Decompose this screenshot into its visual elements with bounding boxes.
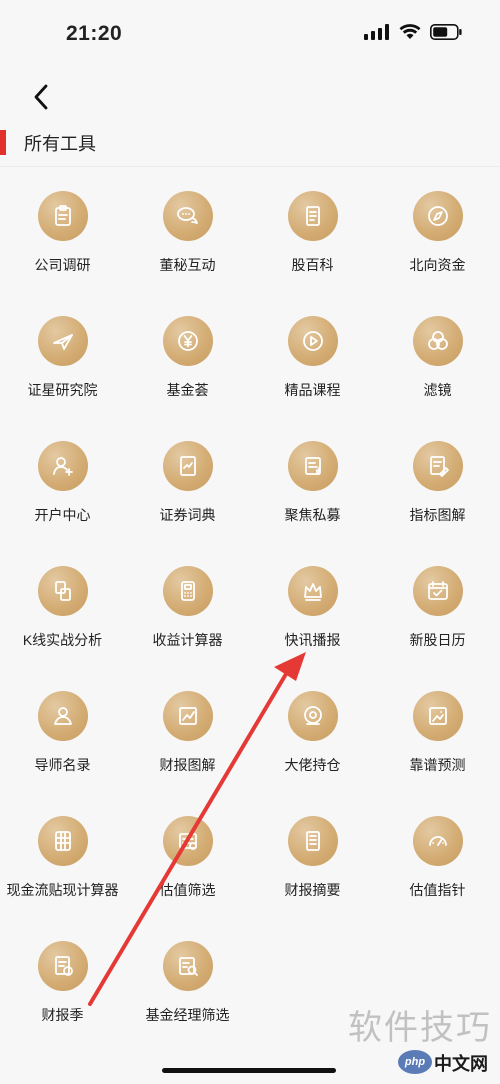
tool-label: 董秘互动	[159, 257, 216, 273]
grid-calculator-icon	[37, 816, 88, 866]
tool-label: 估值筛选	[159, 882, 216, 898]
tool-label: 开户中心	[34, 507, 91, 523]
tool-item[interactable]: 股百科	[250, 188, 375, 313]
battery-icon	[430, 24, 462, 40]
yuan-coin-icon	[162, 316, 213, 366]
tool-item[interactable]: 开户中心	[0, 438, 125, 563]
section-header: 所有工具	[0, 126, 500, 166]
edit-document-icon	[412, 441, 463, 491]
tool-label: 北向资金	[409, 257, 466, 273]
home-indicator	[162, 1068, 336, 1073]
tool-label: 指标图解	[409, 507, 466, 523]
chat-bubbles-icon	[162, 191, 213, 241]
tool-label: 聚焦私募	[284, 507, 341, 523]
status-bar: 21:20	[0, 0, 500, 70]
tool-label: 现金流贴现计算器	[6, 882, 119, 898]
page-title: 所有工具	[24, 134, 96, 154]
crown-icon	[287, 566, 338, 616]
tool-label: 基金经理筛选	[145, 1007, 230, 1023]
image-chart-icon	[412, 691, 463, 741]
tool-item[interactable]: 精品课程	[250, 313, 375, 438]
divider	[0, 166, 500, 167]
status-icons	[364, 24, 462, 40]
tools-grid: 公司调研 董秘互动 股百科 北向资金证星研究院 基金荟 精品课程 滤镜开户中心 证券词典 聚焦私…	[0, 188, 500, 1063]
tool-label: 财报图解	[159, 757, 216, 773]
kline-icon	[37, 566, 88, 616]
signal-icon	[364, 24, 389, 40]
compass-icon	[412, 191, 463, 241]
back-arrow-icon	[34, 84, 48, 110]
tool-label: 靠谱预测	[409, 757, 466, 773]
tool-item[interactable]: 财报图解	[125, 688, 250, 813]
tool-label: 滤镜	[423, 382, 452, 398]
calculator-icon	[162, 566, 213, 616]
tool-item[interactable]: 董秘互动	[125, 188, 250, 313]
watermark-php-badge: php	[398, 1050, 432, 1074]
tool-label: 收益计算器	[152, 632, 223, 648]
tool-label: 公司调研	[34, 257, 91, 273]
tool-label: 证券词典	[159, 507, 216, 523]
document-icon	[287, 191, 338, 241]
tool-item[interactable]: 证星研究院	[0, 313, 125, 438]
gauge-icon	[412, 816, 463, 866]
tool-label: 新股日历	[409, 632, 466, 648]
play-icon	[287, 316, 338, 366]
tool-item[interactable]: 收益计算器	[125, 563, 250, 688]
tool-item[interactable]: 证券词典	[125, 438, 250, 563]
valuation-screen-icon	[162, 816, 213, 866]
section-accent-bar	[0, 130, 6, 155]
status-time: 21:20	[66, 22, 123, 45]
tool-item[interactable]: 靠谱预测	[375, 688, 500, 813]
tool-label: 财报摘要	[284, 882, 341, 898]
tool-item[interactable]: 北向资金	[375, 188, 500, 313]
clipboard-icon	[37, 191, 88, 241]
tool-label: 证星研究院	[27, 382, 98, 398]
report-summary-icon	[287, 816, 338, 866]
tool-item[interactable]: 滤镜	[375, 313, 500, 438]
add-user-icon	[37, 441, 88, 491]
wifi-icon	[399, 24, 421, 39]
plane-icon	[37, 316, 88, 366]
dictionary-icon	[162, 441, 213, 491]
tool-item[interactable]: 指标图解	[375, 438, 500, 563]
tool-item[interactable]: 现金流贴现计算器	[0, 813, 125, 938]
tool-label: 财报季	[41, 1007, 84, 1023]
private-fund-icon	[287, 441, 338, 491]
season-report-icon	[37, 941, 88, 991]
tool-item[interactable]: 基金经理筛选	[125, 938, 250, 1063]
tool-label: 估值指针	[409, 882, 466, 898]
tool-item[interactable]: 估值指针	[375, 813, 500, 938]
portfolio-icon	[287, 691, 338, 741]
mentor-icon	[37, 691, 88, 741]
tool-item[interactable]: 快讯播报	[250, 563, 375, 688]
watermark-site: 中文网	[434, 1054, 488, 1074]
tool-label: 快讯播报	[284, 632, 341, 648]
tool-label: K线实战分析	[22, 632, 103, 648]
tool-label: 精品课程	[284, 382, 341, 398]
tool-item[interactable]: 财报季	[0, 938, 125, 1063]
tool-item[interactable]: 导师名录	[0, 688, 125, 813]
tool-item[interactable]: 公司调研	[0, 188, 125, 313]
tool-item[interactable]: 财报摘要	[250, 813, 375, 938]
calendar-icon	[412, 566, 463, 616]
manager-search-icon	[162, 941, 213, 991]
back-button[interactable]	[26, 80, 56, 114]
tool-item[interactable]: 大佬持仓	[250, 688, 375, 813]
tool-item[interactable]: 估值筛选	[125, 813, 250, 938]
tool-item[interactable]: 新股日历	[375, 563, 500, 688]
tool-label: 基金荟	[166, 382, 209, 398]
tool-label: 股百科	[291, 257, 334, 273]
filter-circles-icon	[412, 316, 463, 366]
watermark-logo: 软件技巧	[348, 1008, 492, 1048]
tool-label: 大佬持仓	[284, 757, 341, 773]
tool-item[interactable]: 聚焦私募	[250, 438, 375, 563]
tool-label: 导师名录	[34, 757, 91, 773]
tool-item[interactable]: 基金荟	[125, 313, 250, 438]
chart-report-icon	[162, 691, 213, 741]
tool-item[interactable]: K线实战分析	[0, 563, 125, 688]
